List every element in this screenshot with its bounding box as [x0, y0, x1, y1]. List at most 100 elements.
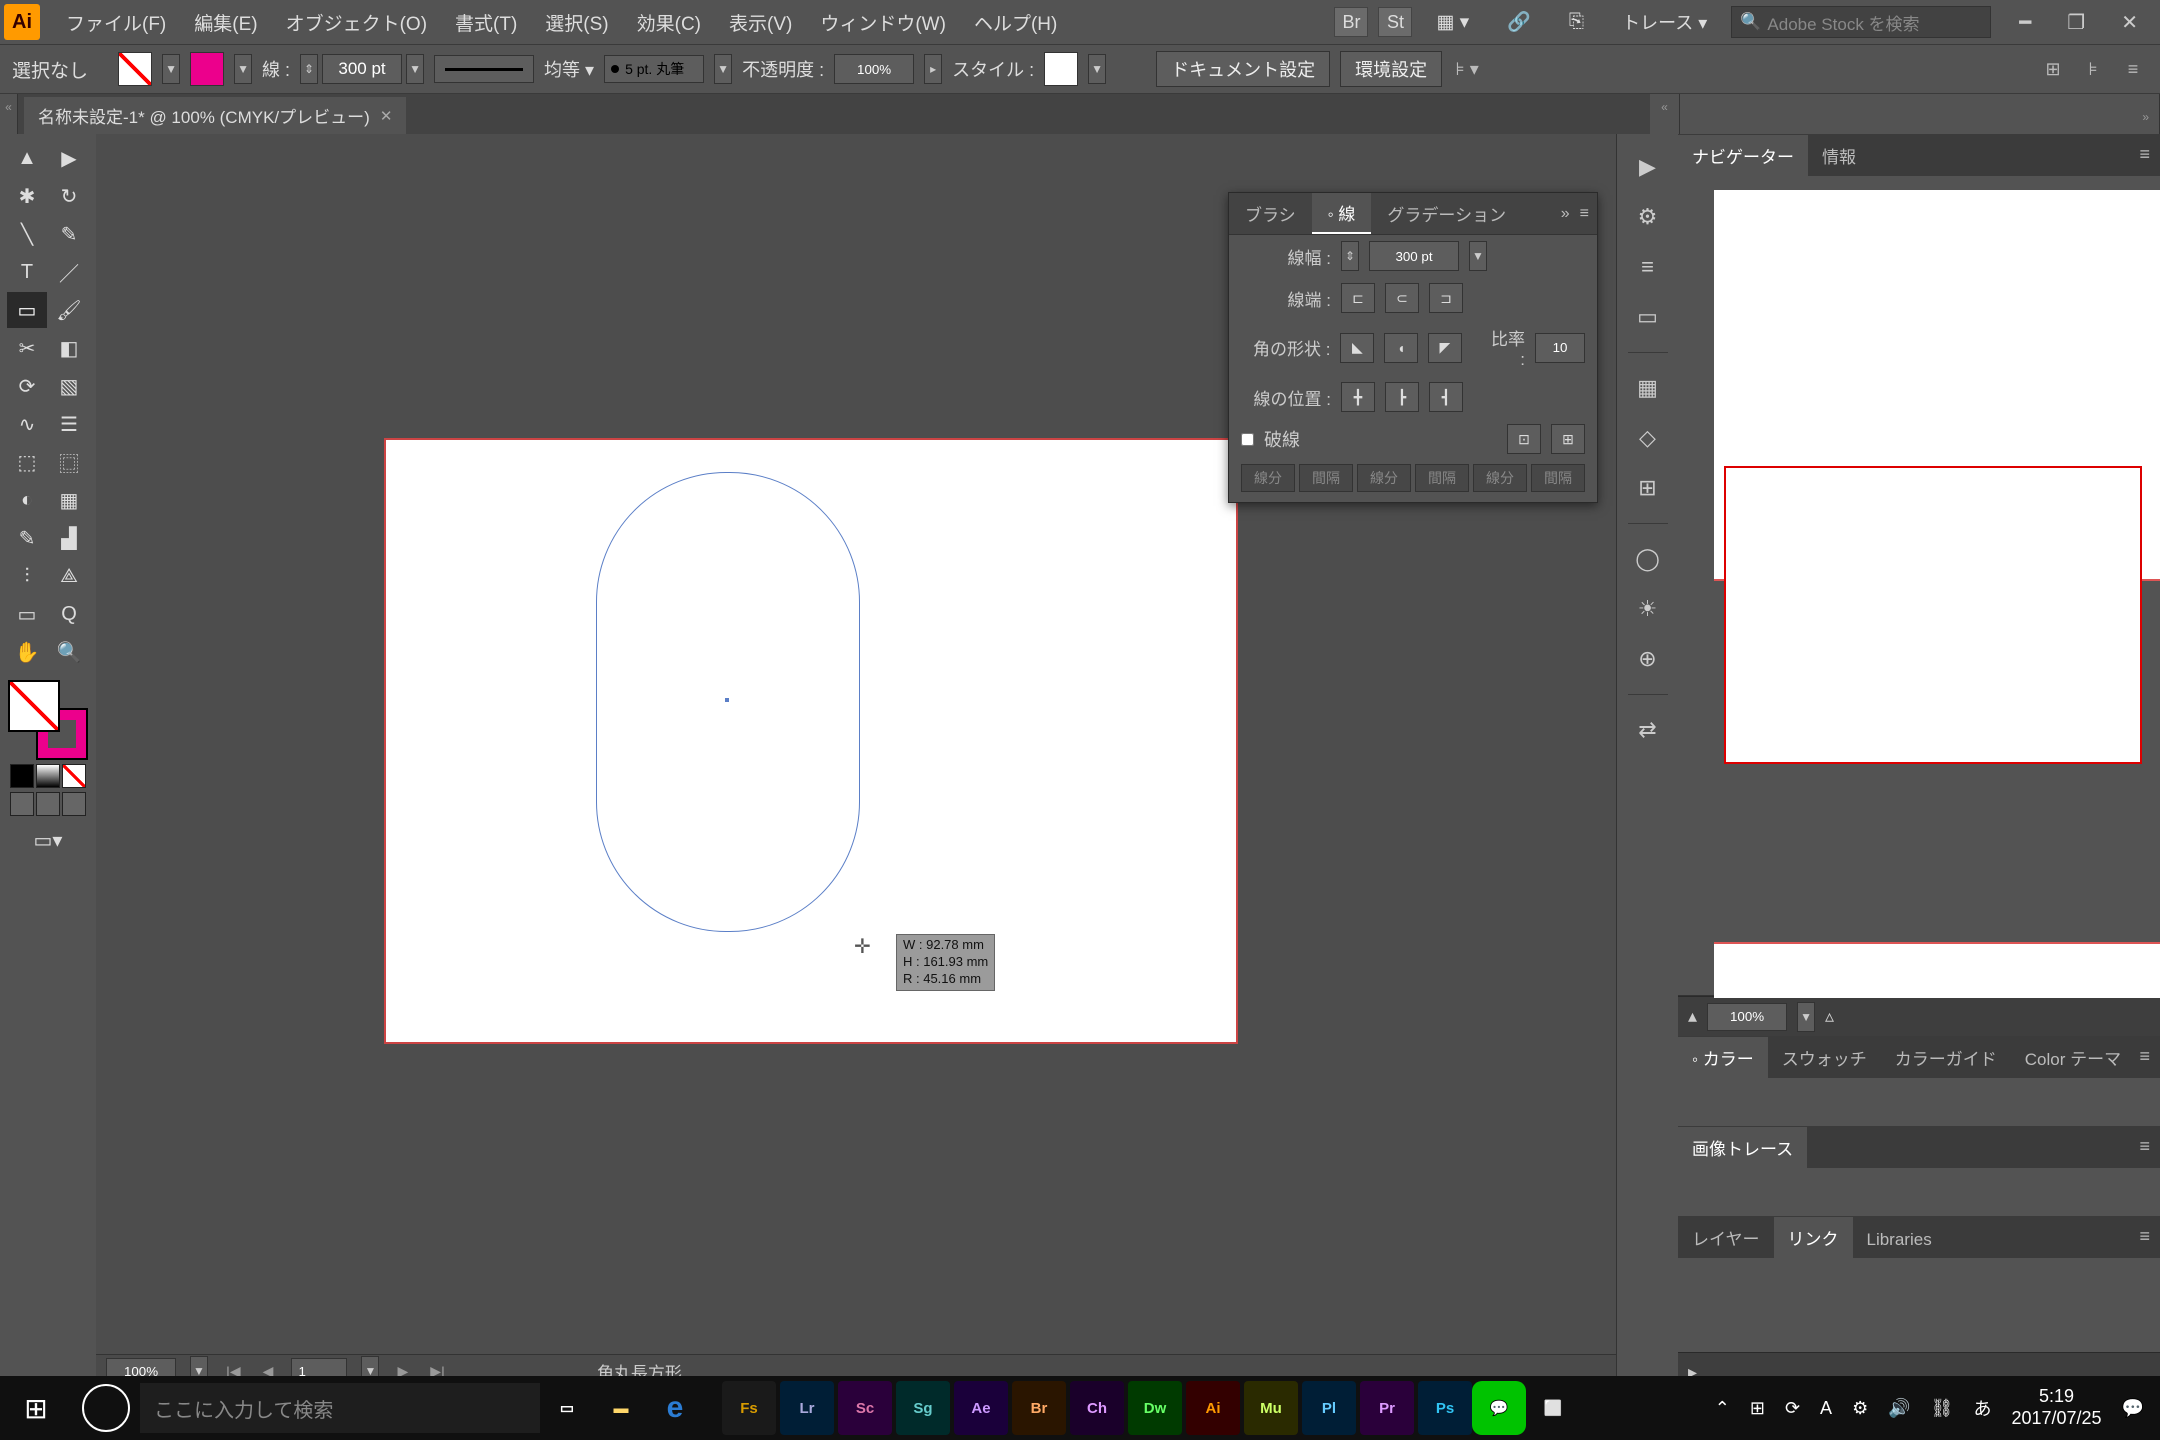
width-dropdown[interactable]: ▼: [1469, 241, 1487, 271]
tool-11-0[interactable]: ⫶: [7, 558, 47, 594]
color-panel[interactable]: [1678, 1078, 2160, 1126]
tool-8-1[interactable]: ⿴: [49, 444, 89, 480]
stroke-swatch[interactable]: [190, 52, 224, 86]
task-view-icon[interactable]: ▭: [540, 1381, 594, 1435]
tool-3-1[interactable]: ／: [49, 254, 89, 290]
tray-controller-icon[interactable]: ⊞: [1750, 1398, 1765, 1419]
taskbar-ps-icon[interactable]: Ps: [1418, 1381, 1472, 1435]
tool-11-1[interactable]: ⟁: [49, 558, 89, 594]
strip-icon-9[interactable]: ◯: [1627, 538, 1669, 580]
stroke-weight-input[interactable]: [322, 54, 402, 84]
canvas[interactable]: ✛ W : 92.78 mm H : 161.93 mm R : 45.16 m…: [96, 134, 1616, 1392]
color-mode-solid[interactable]: [10, 764, 34, 788]
tool-4-0[interactable]: ▭: [7, 292, 47, 328]
menu-edit[interactable]: 編集(E): [180, 0, 271, 44]
strip-icon-10[interactable]: ☀: [1627, 588, 1669, 630]
opacity-input[interactable]: [834, 54, 914, 84]
brush-preview[interactable]: 5 pt. 丸筆: [604, 55, 704, 83]
menu-file[interactable]: ファイル(F): [52, 0, 180, 44]
screen-mode-button[interactable]: ▭▾: [28, 822, 68, 858]
brush-tab[interactable]: ブラシ: [1229, 193, 1312, 234]
tool-5-1[interactable]: ◧: [49, 330, 89, 366]
list-icon[interactable]: ≡: [2118, 54, 2148, 84]
trace-menu-icon[interactable]: ≡: [2139, 1136, 2150, 1157]
draw-behind[interactable]: [36, 792, 60, 816]
align-outside[interactable]: ┫: [1429, 382, 1463, 412]
draw-normal[interactable]: [10, 792, 34, 816]
navigator-menu-icon[interactable]: ≡: [2139, 144, 2150, 165]
tool-0-1[interactable]: ▶: [49, 140, 89, 176]
snap-icon[interactable]: ⊧: [2078, 54, 2108, 84]
menu-object[interactable]: オブジェクト(O): [272, 0, 441, 44]
tray-wifi-icon[interactable]: ⚙: [1852, 1398, 1868, 1419]
dash-align-corners[interactable]: ⊞: [1551, 424, 1585, 454]
stock-icon[interactable]: St: [1378, 7, 1412, 37]
color-themes-tab[interactable]: Color テーマ: [2011, 1037, 2135, 1078]
strip-icon-6[interactable]: ◇: [1627, 417, 1669, 459]
menu-effect[interactable]: 効果(C): [623, 0, 715, 44]
tool-12-1[interactable]: Q: [49, 596, 89, 632]
uniform-label[interactable]: 均等 ▾: [544, 56, 594, 82]
action-center-icon[interactable]: 💬: [2122, 1398, 2144, 1419]
tool-1-1[interactable]: ↻: [49, 178, 89, 214]
edge-icon[interactable]: e: [648, 1381, 702, 1435]
strip-icon-0[interactable]: ▶: [1627, 146, 1669, 188]
cap-round[interactable]: ⊂: [1385, 283, 1419, 313]
tool-2-0[interactable]: ╲: [7, 216, 47, 252]
zoom-input[interactable]: [1707, 1003, 1787, 1031]
maximize-button[interactable]: ❐: [2067, 10, 2085, 35]
taskbar-pl-icon[interactable]: Pl: [1302, 1381, 1356, 1435]
draw-inside[interactable]: [62, 792, 86, 816]
taskbar-br-icon[interactable]: Br: [1012, 1381, 1066, 1435]
tool-8-0[interactable]: ⬚: [7, 444, 47, 480]
tool-0-0[interactable]: ▲: [7, 140, 47, 176]
corner-miter[interactable]: ◣: [1340, 333, 1374, 363]
bridge-icon[interactable]: Br: [1334, 7, 1368, 37]
align-inside[interactable]: ┣: [1385, 382, 1419, 412]
document-setup-button[interactable]: ドキュメント設定: [1156, 51, 1330, 87]
stroke-stepper[interactable]: ⇕: [300, 54, 318, 84]
libraries-tab[interactable]: Libraries: [1853, 1222, 1946, 1258]
tray-ime-icon[interactable]: あ: [1973, 1395, 1991, 1421]
color-mode-gradient[interactable]: [36, 764, 60, 788]
links-panel[interactable]: [1678, 1258, 2160, 1352]
strip-icon-11[interactable]: ⊕: [1627, 638, 1669, 680]
taskbar-pr-icon[interactable]: Pr: [1360, 1381, 1414, 1435]
navigator-tab[interactable]: ナビゲーター: [1678, 135, 1808, 176]
taskbar-sc-icon[interactable]: Sc: [838, 1381, 892, 1435]
right-collapse-2[interactable]: »: [1680, 94, 2160, 134]
tool-2-1[interactable]: ✎: [49, 216, 89, 252]
windows-search[interactable]: ここに入力して検索: [140, 1383, 540, 1433]
menu-help[interactable]: ヘルプ(H): [960, 0, 1071, 44]
tool-10-0[interactable]: ✎: [7, 520, 47, 556]
gpu-icon[interactable]: ⎘: [1555, 11, 1598, 33]
tray-a-icon[interactable]: A: [1820, 1398, 1832, 1419]
link-icon[interactable]: 🔗: [1493, 10, 1545, 34]
close-button[interactable]: ✕: [2121, 10, 2138, 35]
taskbar-lr-icon[interactable]: Lr: [780, 1381, 834, 1435]
tray-overflow-icon[interactable]: ⌃: [1715, 1398, 1730, 1419]
strip-icon-1[interactable]: ⚙: [1627, 196, 1669, 238]
taskbar-ae-icon[interactable]: Ae: [954, 1381, 1008, 1435]
navigator-panel[interactable]: [1678, 176, 2160, 996]
taskbar-clock[interactable]: 5:19 2017/07/25: [2011, 1386, 2101, 1429]
tool-12-0[interactable]: ▭: [7, 596, 47, 632]
taskbar-ai-icon[interactable]: Ai: [1186, 1381, 1240, 1435]
tool-5-0[interactable]: ✂: [7, 330, 47, 366]
dash-preserve-exact[interactable]: ⊡: [1507, 424, 1541, 454]
align-dropdown[interactable]: ⊧ ▾: [1452, 54, 1482, 84]
strip-icon-13[interactable]: ⇄: [1627, 709, 1669, 751]
cap-projecting[interactable]: ⊐: [1429, 283, 1463, 313]
color-guide-tab[interactable]: カラーガイド: [1881, 1037, 2011, 1078]
taskbar-sg-icon[interactable]: Sg: [896, 1381, 950, 1435]
panel-menu-icon[interactable]: ≡: [1580, 205, 1589, 223]
strip-icon-3[interactable]: ▭: [1627, 296, 1669, 338]
align-center[interactable]: ╋: [1341, 382, 1375, 412]
tool-7-1[interactable]: ☰: [49, 406, 89, 442]
menu-select[interactable]: 選択(S): [531, 0, 622, 44]
tools-collapse[interactable]: «: [0, 94, 18, 134]
cortana-icon[interactable]: [82, 1384, 130, 1432]
tool-3-0[interactable]: T: [7, 254, 47, 290]
color-tab[interactable]: ◦ カラー: [1678, 1037, 1768, 1078]
zoom-out-icon[interactable]: ▴: [1688, 1006, 1697, 1027]
